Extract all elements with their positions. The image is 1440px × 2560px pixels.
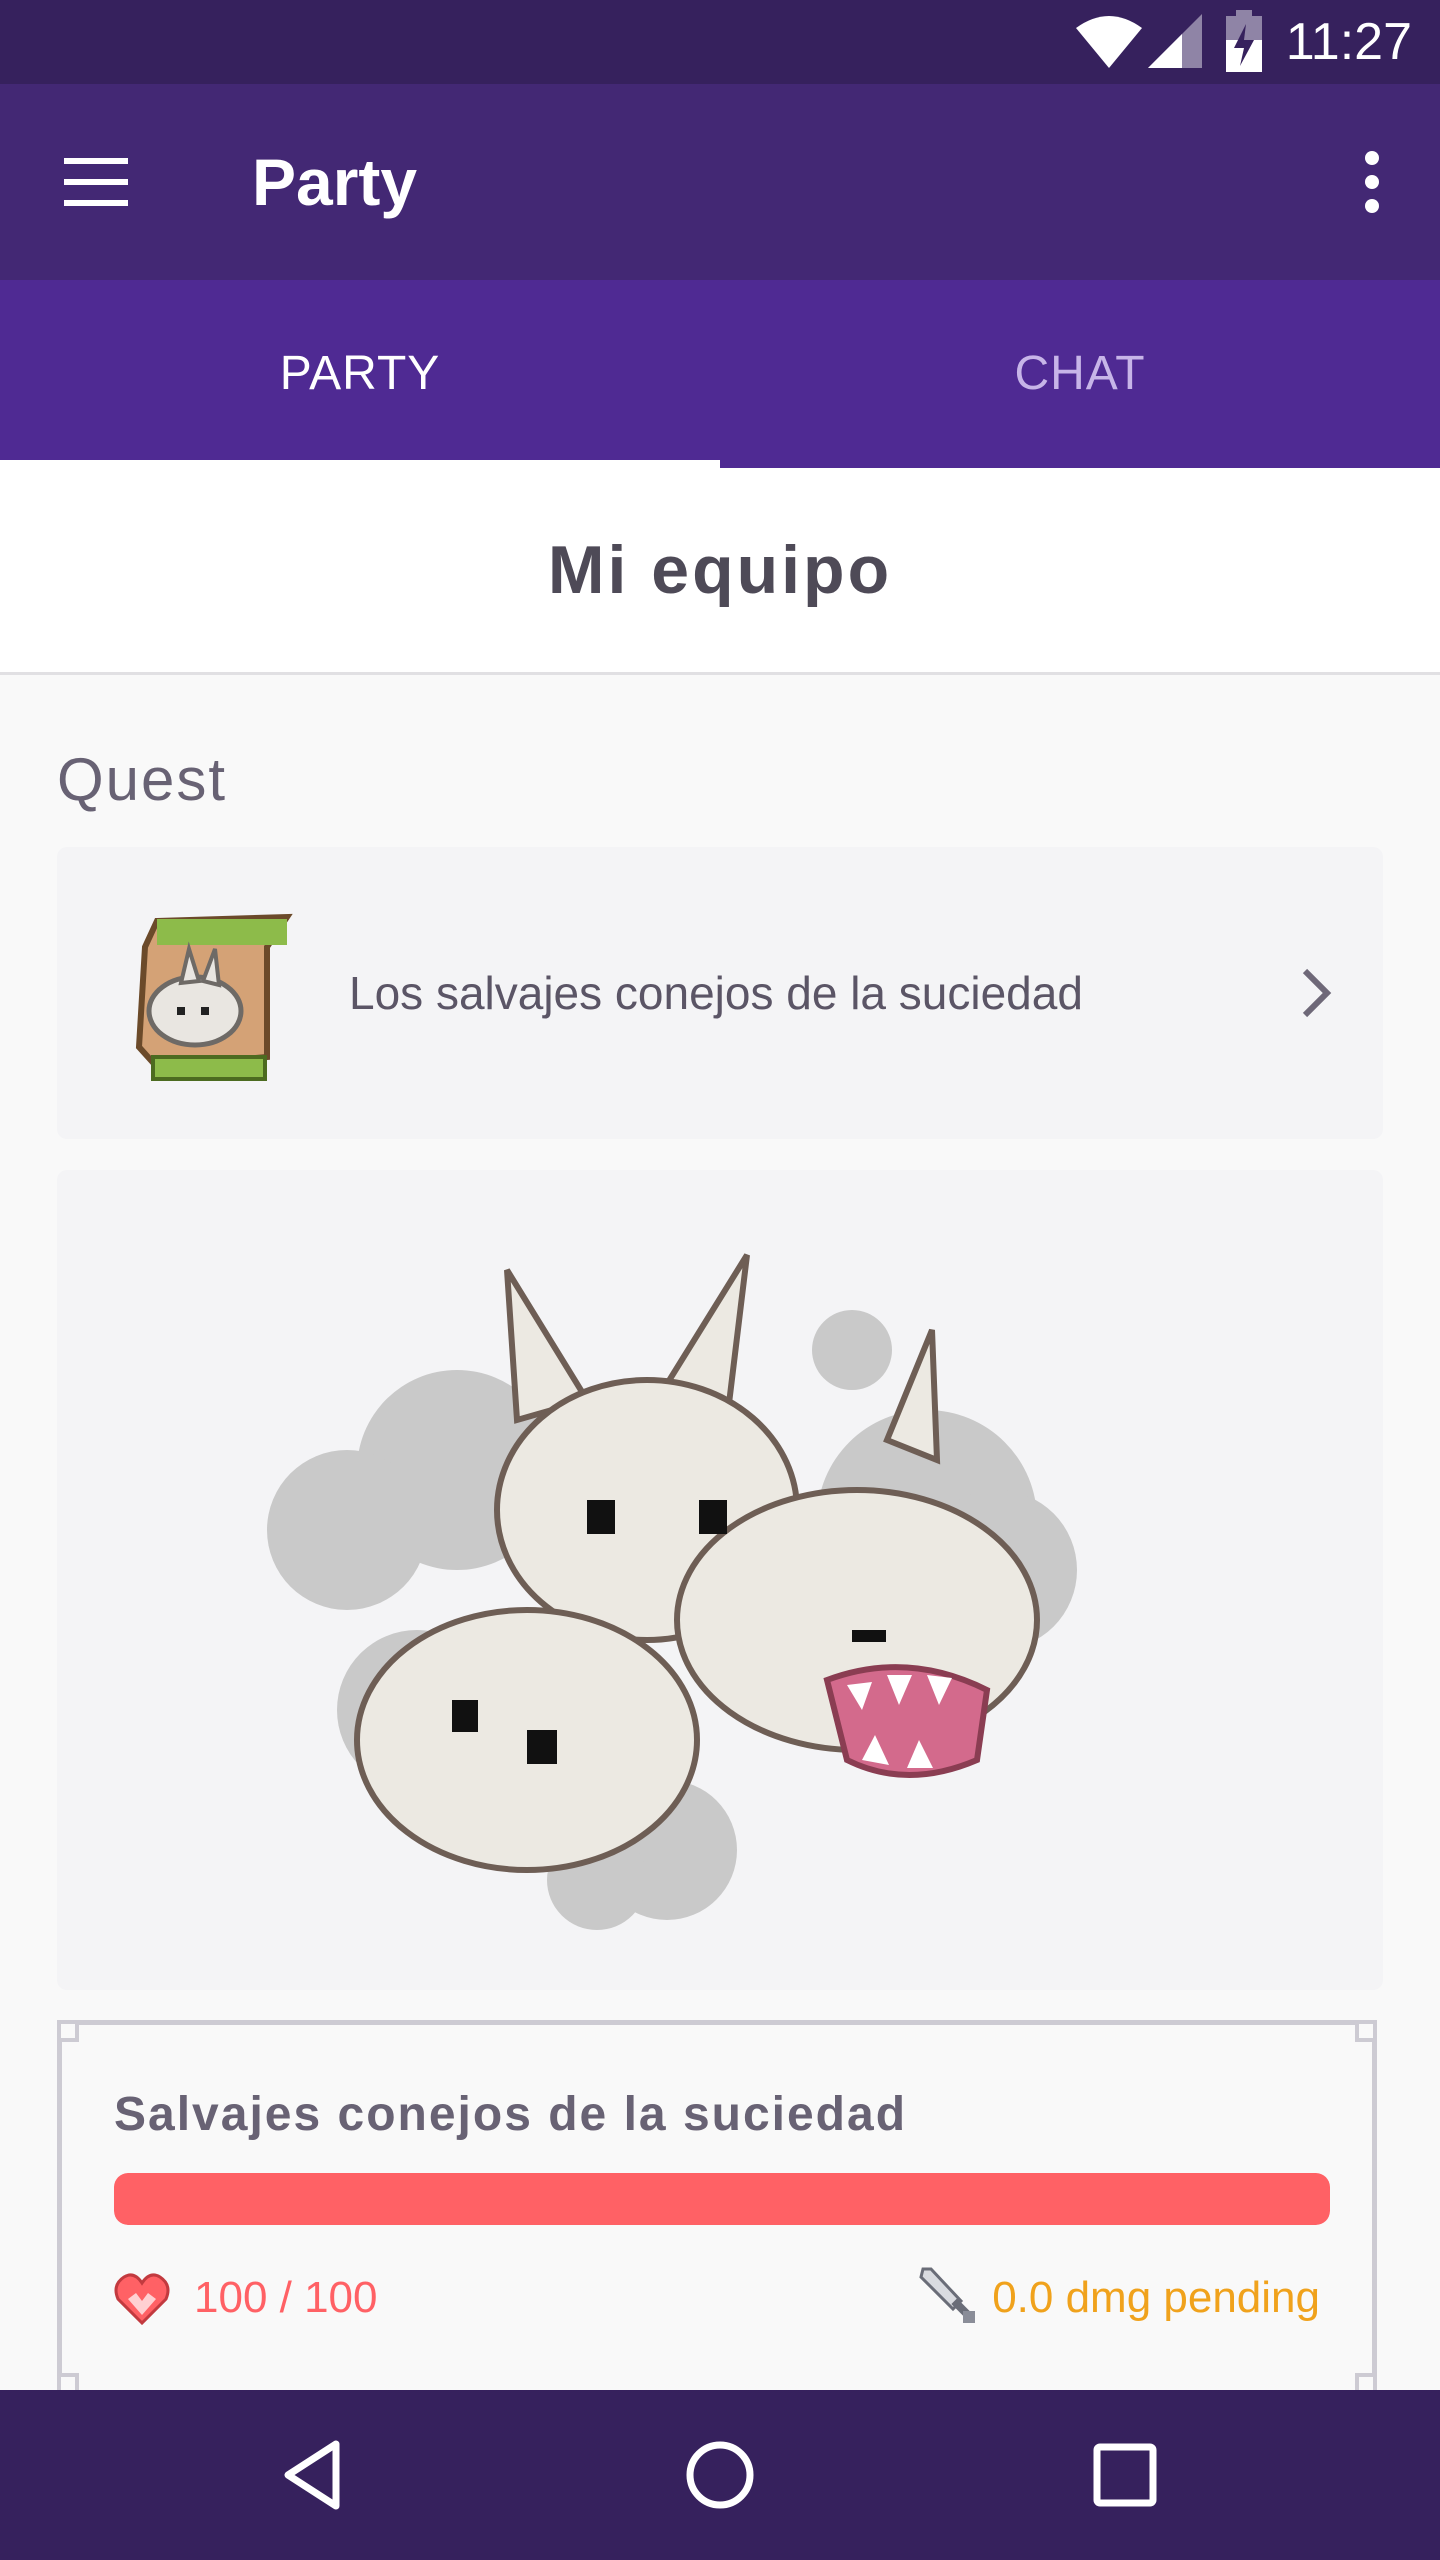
party-header: Mi equipo	[0, 468, 1440, 675]
damage-pending-text: 0.0 dmg pending	[992, 2273, 1320, 2322]
boss-hp-text: 100 / 100	[194, 2273, 378, 2322]
card-corner	[1355, 2020, 1377, 2042]
page-title: Party	[252, 145, 418, 219]
more-vert-icon[interactable]	[1360, 150, 1384, 214]
boss-name: Salvajes conejos de la suciedad	[114, 2088, 908, 2141]
quest-scroll-icon	[135, 913, 293, 1081]
status-bar: 11:27	[0, 0, 1440, 84]
active-tab-indicator	[0, 460, 720, 468]
signal-icon	[1148, 14, 1202, 68]
sword-icon	[919, 2267, 976, 2323]
hamburger-menu-icon[interactable]	[60, 152, 132, 212]
boss-hp-bar	[114, 2173, 1330, 2225]
party-name: Mi equipo	[547, 532, 893, 608]
system-nav-bar	[0, 2390, 1440, 2560]
recents-icon[interactable]	[1080, 2430, 1170, 2520]
quest-section-label: Quest	[57, 746, 228, 813]
boss-health-card: Salvajes conejos de la suciedad 100 / 10…	[57, 2020, 1377, 2395]
chevron-right-icon	[1302, 968, 1332, 1018]
quest-row[interactable]: Los salvajes conejos de la suciedad	[57, 847, 1383, 1139]
tab-party[interactable]: PARTY	[0, 280, 720, 468]
back-icon[interactable]	[270, 2430, 360, 2520]
quest-title: Los salvajes conejos de la suciedad	[349, 967, 1083, 1019]
app-bar: Party	[0, 84, 1440, 280]
tab-bar: PARTY CHAT	[0, 280, 1440, 468]
boss-hp-bar-fill	[114, 2173, 1330, 2225]
boss-art-panel	[57, 1170, 1383, 1990]
boss-image	[267, 1253, 1077, 1930]
wifi-icon	[1076, 16, 1142, 68]
tab-chat[interactable]: CHAT	[720, 280, 1440, 468]
battery-icon	[1226, 10, 1262, 72]
heart-icon	[114, 2273, 170, 2326]
home-icon[interactable]	[675, 2430, 765, 2520]
quest-content: Quest Los salvajes conejos de la sucieda…	[0, 675, 1440, 2395]
status-time: 11:27	[1285, 13, 1412, 71]
card-corner	[57, 2020, 79, 2042]
